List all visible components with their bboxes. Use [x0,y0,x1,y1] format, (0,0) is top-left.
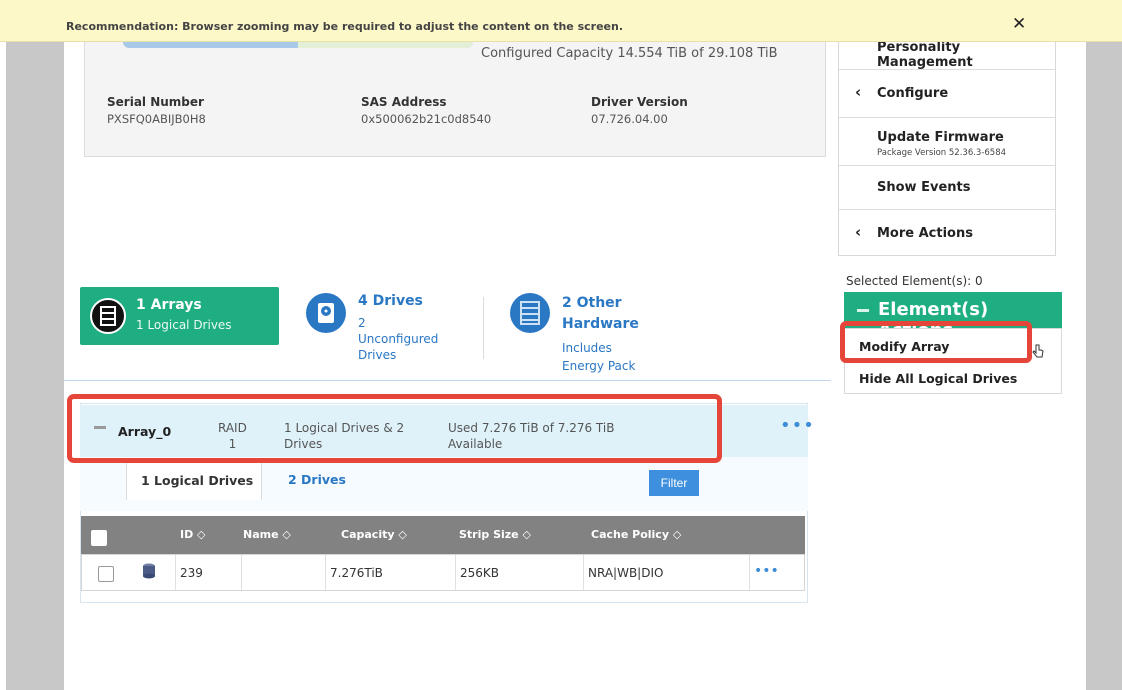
hide-all-logical-drives-item[interactable]: Hide All Logical Drives [859,371,1017,386]
tab-drives-list[interactable]: 2 Drives [288,472,346,487]
serial-label: Serial Number [107,95,204,109]
serial-value: PXSFQ0ABIJB0H8 [107,112,206,126]
right-gutter [1086,0,1122,690]
more-actions-action[interactable]: ‹ More Actions [839,210,1055,255]
tab-other-hardware[interactable]: 2 Other Hardware Includes Energy Pack [508,287,688,377]
tab-logical-drives[interactable]: 1 Logical Drives [126,462,262,500]
configure-label: Configure [877,86,949,101]
more-options-icon[interactable]: ••• [780,417,815,435]
array-highlight-box [67,394,722,463]
other-hardware-title: 2 Other Hardware [562,295,639,332]
row-more-icon[interactable]: ••• [750,555,804,590]
arrays-count: 1 Arrays [136,297,202,313]
row-checkbox[interactable] [98,566,114,582]
show-events-label: Show Events [877,180,971,195]
chevron-left-icon: ‹ [855,223,862,241]
cell-name [242,555,326,590]
chevron-left-icon: ‹ [855,83,862,101]
column-capacity[interactable]: Capacity ◇ [341,528,407,541]
driver-value: 07.726.04.00 [591,112,668,126]
pointer-cursor-icon [1032,344,1044,358]
sas-label: SAS Address [361,95,447,109]
tab-arrays[interactable]: 1 Arrays 1 Logical Drives [80,287,279,345]
cell-strip-size: 256KB [456,555,584,590]
left-gutter [0,0,64,690]
column-id[interactable]: ID ◇ [180,528,206,541]
logical-drives-count: 1 Logical Drives [136,318,232,332]
driver-label: Driver Version [591,95,688,109]
configured-capacity-text: Configured Capacity 14.554 TiB of 29.108… [481,46,778,61]
drives-count: 4 Drives [358,293,423,309]
recommendation-banner: Recommendation: Browser zooming may be r… [0,0,1122,42]
select-all-checkbox[interactable] [91,530,107,546]
hardware-icon [510,293,550,333]
close-icon[interactable]: ✕ [1012,14,1026,34]
column-name[interactable]: Name ◇ [243,528,291,541]
recommendation-text: Recommendation: Browser zooming may be r… [66,20,624,33]
drive-icon [306,293,346,333]
sas-value: 0x500062b21c0d8540 [361,112,492,126]
cell-id: 239 [176,555,242,590]
section-divider [64,380,831,381]
energy-pack-text: Includes Energy Pack [562,341,636,373]
tab-drives[interactable]: 4 Drives 2 Unconfigured Drives [304,287,474,377]
serial-field: Serial Number PXSFQ0ABIJB0H8 [107,95,206,126]
driver-field: Driver Version 07.726.04.00 [591,95,688,126]
update-firmware-label: Update Firmware [877,130,1004,145]
tab-divider [483,297,484,359]
sas-field: SAS Address 0x500062b21c0d8540 [361,95,491,126]
more-actions-label: More Actions [877,226,973,241]
cell-cache-policy: NRA|WB|DIO [584,555,750,590]
selected-elements-count: Selected Element(s): 0 [846,274,983,288]
configure-action[interactable]: ‹ Configure [839,70,1055,118]
logical-drive-icon [143,563,155,579]
collapse-icon [857,309,869,312]
table-header: ID ◇ Name ◇ Capacity ◇ Strip Size ◇ Cach… [81,516,805,554]
filter-button[interactable]: Filter [649,470,699,496]
cell-capacity: 7.276TiB [326,555,456,590]
column-cache-policy[interactable]: Cache Policy ◇ [591,528,681,541]
modify-array-highlight-box [840,321,1032,363]
main-page: Configured Capacity 14.554 TiB of 29.108… [64,0,1086,690]
personality-management-label: Personality Management [877,40,973,70]
tab-logical-drives-label: 1 Logical Drives [141,473,254,488]
logical-drive-icon-cell [128,555,176,590]
column-strip-size[interactable]: Strip Size ◇ [459,528,531,541]
table-row[interactable]: 239 7.276TiB 256KB NRA|WB|DIO ••• [81,554,805,591]
package-version-text: Package Version 52.36.3-6584 [877,148,1007,158]
array-icon [90,298,126,334]
unconfigured-drives-text: 2 Unconfigured Drives [358,316,439,362]
show-events-action[interactable]: Show Events [839,166,1055,210]
update-firmware-action[interactable]: Update Firmware Package Version 52.36.3-… [839,118,1055,166]
